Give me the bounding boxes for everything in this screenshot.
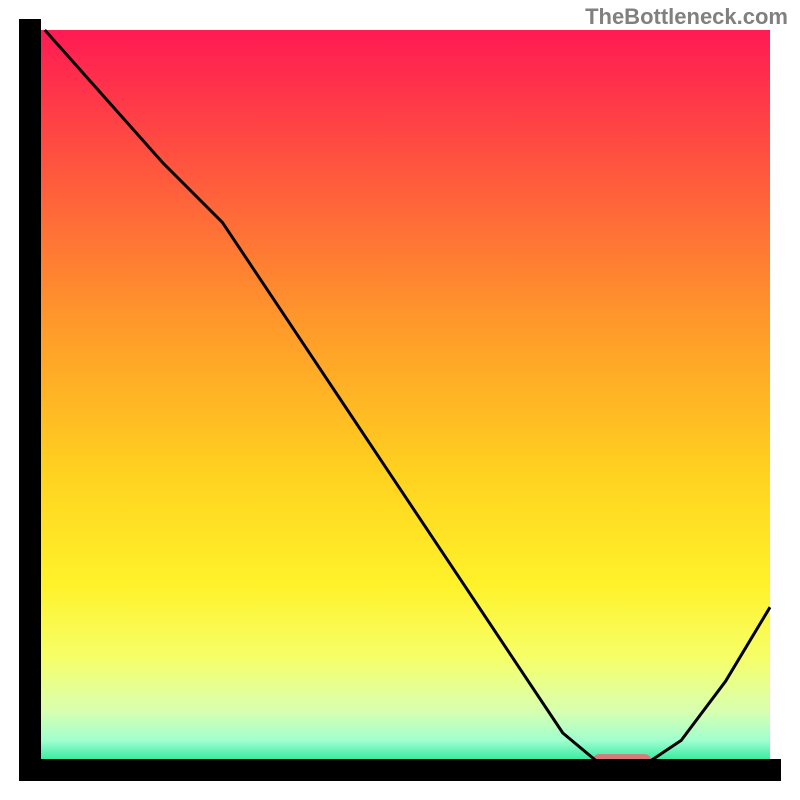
chart-container: TheBottleneck.com	[0, 0, 800, 800]
plot-background	[30, 30, 770, 770]
watermark-label: TheBottleneck.com	[585, 4, 788, 30]
bottleneck-chart	[0, 0, 800, 800]
